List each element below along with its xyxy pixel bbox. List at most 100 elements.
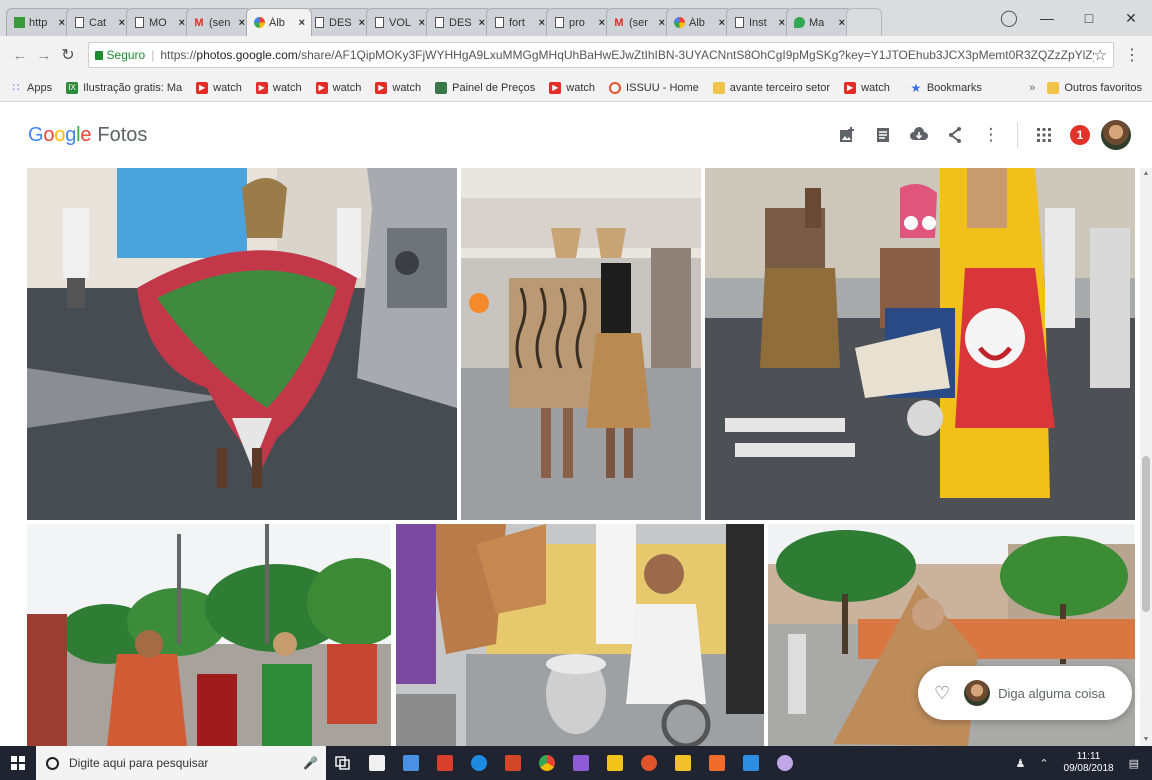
notifications-button[interactable]: 1 [1062, 117, 1098, 153]
reload-icon[interactable]: ↻ [56, 45, 80, 65]
people-icon[interactable]: ♟ [1015, 757, 1025, 770]
tab-close-icon[interactable]: × [239, 17, 245, 29]
gmail-icon: M [614, 16, 624, 29]
edge-icon[interactable] [462, 746, 496, 780]
bookmark-item[interactable]: ∷ Apps [10, 82, 53, 95]
tab-close-icon[interactable]: × [119, 17, 125, 29]
bookmark-label: watch [392, 81, 422, 94]
bookmark-item[interactable]: ▶ watch [196, 81, 242, 94]
more-options-icon[interactable]: ⋮ [973, 117, 1009, 153]
tab-close-icon[interactable]: × [359, 17, 365, 29]
store-icon[interactable] [360, 746, 394, 780]
task-view-icon[interactable] [326, 746, 360, 780]
tab-close-icon[interactable]: × [719, 17, 725, 29]
scrollbar-thumb[interactable] [1142, 456, 1150, 612]
tab-close-icon[interactable]: × [419, 17, 425, 29]
browser-tab[interactable]: Cat × [66, 8, 132, 36]
tab-close-icon[interactable]: × [479, 17, 485, 29]
heart-icon[interactable]: ♡ [934, 683, 950, 704]
share-icon[interactable] [937, 117, 973, 153]
maximize-button[interactable]: □ [1068, 10, 1110, 26]
app-icon-red[interactable] [632, 746, 666, 780]
new-tab-button[interactable] [846, 8, 882, 36]
browser-tab[interactable]: DES × [306, 8, 372, 36]
browser-menu-icon[interactable]: ⋮ [1120, 45, 1144, 65]
tab-close-icon[interactable]: × [539, 17, 545, 29]
bookmark-item[interactable]: ▶ watch [375, 81, 422, 94]
account-button[interactable] [1098, 117, 1134, 153]
browser-tab[interactable]: Inst × [726, 8, 792, 36]
app-icon-blue[interactable] [734, 746, 768, 780]
bookmark-item[interactable]: ISSUU - Home [609, 81, 699, 94]
app-icon-lilac[interactable] [768, 746, 802, 780]
tab-close-icon[interactable]: × [299, 17, 305, 29]
comment-box[interactable]: ♡ Diga alguma coisa [918, 666, 1132, 720]
info-icon[interactable] [865, 117, 901, 153]
tab-label: Ma [809, 16, 825, 29]
bookmark-item[interactable]: ▶ watch [549, 81, 595, 94]
bookmark-item[interactable]: ★ Bookmarks [904, 80, 981, 95]
tray-expand-icon[interactable]: ⌃ [1039, 757, 1048, 770]
omnibox-separator: | [151, 48, 155, 62]
page-scrollbar[interactable]: ▲ ▼ [1140, 168, 1152, 746]
forward-arrow-icon[interactable]: → [32, 47, 56, 64]
bookmark-item[interactable]: ▶ watch [255, 81, 302, 94]
photo-box-costumes[interactable] [461, 168, 701, 520]
google-logo[interactable]: Google [28, 124, 92, 147]
download-icon[interactable] [901, 117, 937, 153]
bookmark-item[interactable]: ▶ watch [844, 81, 890, 94]
photo-masked-figures[interactable] [705, 168, 1135, 520]
taskbar-search-input[interactable]: Digite aqui para pesquisar 🎤 [36, 746, 326, 780]
apps-grid-icon[interactable] [1026, 117, 1062, 153]
paint-icon[interactable] [564, 746, 598, 780]
bookmark-item[interactable]: ▶ watch [315, 81, 361, 94]
browser-tab[interactable]: Ma × [786, 8, 852, 36]
file-explorer-icon[interactable] [394, 746, 428, 780]
browser-tab[interactable]: VOL × [366, 8, 432, 36]
tab-close-icon[interactable]: × [599, 17, 605, 29]
browser-tab[interactable]: M (ser × [606, 8, 672, 36]
browser-tab[interactable]: Álb × [246, 8, 312, 36]
tab-close-icon[interactable]: × [59, 17, 65, 29]
other-bookmarks[interactable]: Outros favoritos [1047, 82, 1142, 94]
browser-tab[interactable]: fort × [486, 8, 552, 36]
tab-close-icon[interactable]: × [839, 17, 845, 29]
browser-tab[interactable]: MO × [126, 8, 192, 36]
bookmark-star-icon[interactable]: ☆ [1094, 46, 1107, 64]
browser-tab[interactable]: DES × [426, 8, 492, 36]
close-window-button[interactable]: ✕ [1110, 10, 1152, 27]
clock[interactable]: 11:11 09/08/2018 [1064, 751, 1114, 775]
sticky-notes-icon[interactable] [598, 746, 632, 780]
powerpoint-icon[interactable] [496, 746, 530, 780]
tab-close-icon[interactable]: × [659, 17, 665, 29]
bookmark-item[interactable]: Painel de Preços [435, 81, 535, 94]
star-icon: ★ [910, 80, 922, 95]
chrome-icon[interactable] [530, 746, 564, 780]
start-button[interactable] [0, 746, 36, 780]
bookmark-item[interactable]: avante terceiro setor [712, 81, 830, 94]
document-icon [313, 17, 325, 29]
browser-tab[interactable]: http × [6, 8, 72, 36]
action-center-icon[interactable]: ▤ [1129, 757, 1139, 770]
photo-bird-costume[interactable] [27, 168, 457, 520]
notes-icon[interactable] [666, 746, 700, 780]
profile-icon[interactable]: ◯ [992, 8, 1026, 28]
scroll-up-arrow-icon[interactable]: ▲ [1140, 168, 1152, 180]
browser-tab[interactable]: pro × [546, 8, 612, 36]
photo-drummer[interactable] [396, 524, 764, 746]
add-photos-icon[interactable] [829, 117, 865, 153]
photo-street-parade[interactable] [27, 524, 391, 746]
microphone-icon[interactable]: 🎤 [303, 756, 318, 770]
bookmarks-overflow-button[interactable]: » [1029, 82, 1035, 94]
browser-tab[interactable]: Álb × [666, 8, 732, 36]
browser-tab[interactable]: M (sen × [186, 8, 252, 36]
tab-close-icon[interactable]: × [779, 17, 785, 29]
scroll-down-arrow-icon[interactable]: ▼ [1140, 734, 1152, 746]
mail-icon[interactable] [428, 746, 462, 780]
tab-close-icon[interactable]: × [179, 17, 185, 29]
bookmark-item[interactable]: IX Ilustração gratis: Ma [66, 81, 182, 94]
url-input[interactable]: Seguro | https://photos.google.com/share… [88, 42, 1114, 68]
minimize-button[interactable]: — [1026, 10, 1068, 26]
app-icon-orange[interactable] [700, 746, 734, 780]
back-arrow-icon[interactable]: ← [8, 47, 32, 64]
